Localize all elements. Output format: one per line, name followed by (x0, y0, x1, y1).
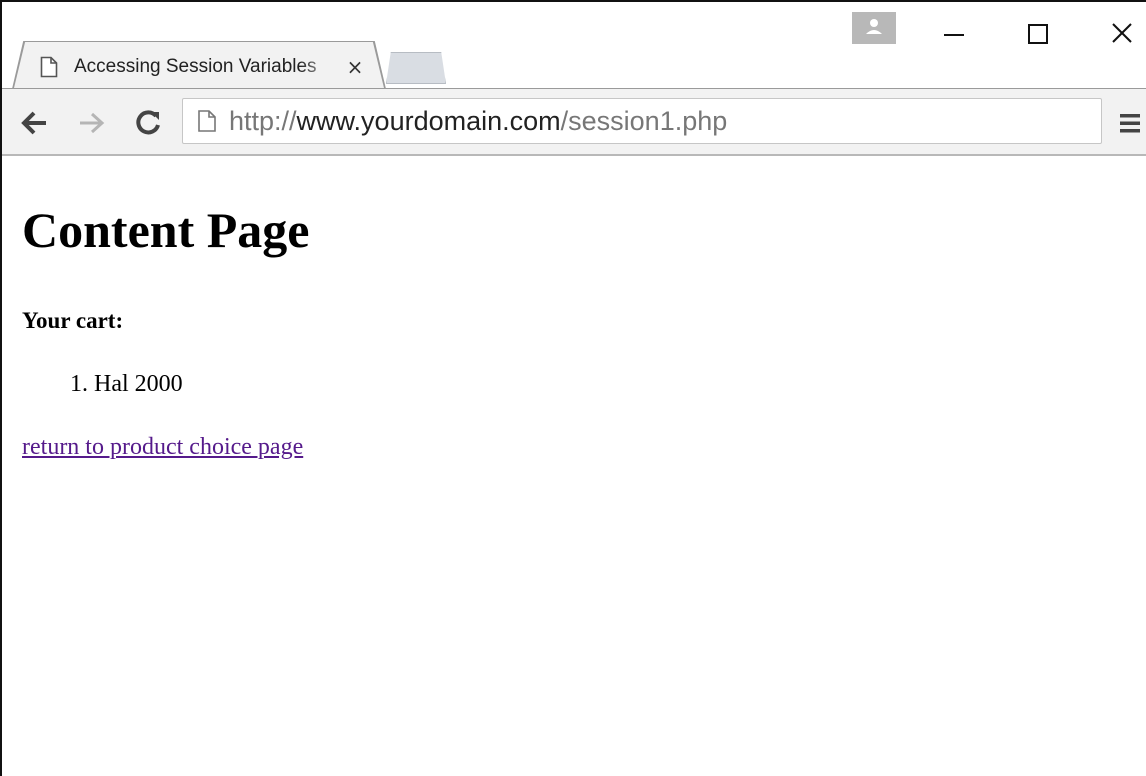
page-icon (197, 109, 217, 133)
cart-item: Hal 2000 (94, 366, 183, 402)
address-bar[interactable]: http://www.yourdomain.com/session1.php (182, 98, 1102, 144)
cart-list: Hal 2000 (22, 366, 183, 402)
hamburger-menu-icon[interactable] (1114, 107, 1146, 139)
person-icon[interactable] (852, 12, 896, 44)
url-text[interactable]: http://www.yourdomain.com/session1.php (229, 105, 727, 137)
browser-window: Accessing Session Variables × http://www… (0, 0, 1146, 776)
tab-close-icon[interactable]: × (342, 54, 368, 80)
page-icon (40, 56, 58, 78)
url-scheme: http:// (229, 106, 297, 136)
page-content: Content Page Your cart: Hal 2000 return … (22, 156, 1132, 776)
new-tab-button[interactable] (386, 52, 446, 84)
close-icon[interactable] (1100, 14, 1144, 54)
forward-arrow-icon[interactable] (74, 107, 110, 139)
maximize-icon[interactable] (1016, 14, 1060, 54)
minimize-icon[interactable] (932, 14, 976, 54)
cart-heading: Your cart: (22, 308, 124, 333)
return-to-product-choice-link[interactable]: return to product choice page (22, 432, 303, 462)
browser-toolbar: http://www.yourdomain.com/session1.php (2, 88, 1146, 156)
url-path: /session1.php (560, 106, 728, 136)
back-arrow-icon[interactable] (16, 107, 52, 139)
page-title: Content Page (22, 202, 310, 258)
title-bar: Accessing Session Variables × (2, 2, 1146, 89)
tab-title: Accessing Session Variables (74, 54, 340, 80)
reload-icon[interactable] (130, 105, 166, 141)
url-host: www.yourdomain.com (296, 106, 561, 136)
